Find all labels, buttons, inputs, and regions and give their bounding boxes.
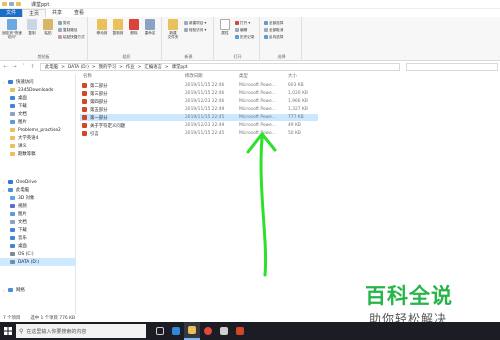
selection-info: 选中 1 个项目 776 KB — [30, 316, 75, 321]
task-view-icon[interactable] — [152, 322, 168, 340]
powerpoint-icon[interactable] — [232, 322, 248, 340]
taskbar-search-placeholder: 在这里输入你要搜索的内容 — [26, 328, 87, 335]
app-icon[interactable] — [216, 322, 232, 340]
file-explorer-icon[interactable] — [184, 322, 200, 340]
item-count: 7 个项目 — [3, 316, 21, 321]
watermark-title: 百科全说 — [365, 284, 453, 308]
watermark: 百科全说 助你轻松解决 — [365, 280, 497, 326]
windows-logo-icon — [4, 327, 12, 335]
windows-start-icon[interactable] — [0, 322, 16, 340]
search-icon: ⚲ — [19, 327, 24, 335]
taskbar: ⚲ 在这里输入你要搜索的内容 — [0, 322, 500, 340]
edge-icon[interactable] — [168, 322, 184, 340]
chrome-icon[interactable] — [200, 322, 216, 340]
annotation-arrow-shaft — [259, 136, 268, 277]
taskbar-search[interactable]: ⚲ 在这里输入你要搜索的内容 — [16, 324, 146, 338]
